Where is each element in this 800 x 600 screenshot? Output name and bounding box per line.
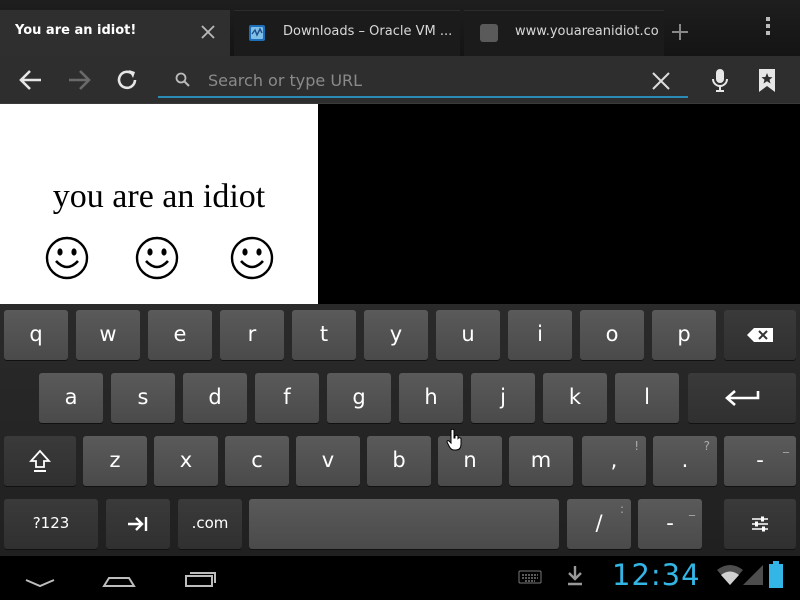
dotcom-key[interactable]: .com	[178, 499, 242, 549]
key-dash-label: -	[756, 448, 764, 472]
key-d[interactable]: d	[183, 373, 247, 423]
nav-recent-apps-icon[interactable]	[180, 564, 220, 592]
key-j[interactable]: j	[471, 373, 535, 423]
backspace-icon	[747, 328, 773, 342]
key-e[interactable]: e	[148, 310, 212, 360]
tab-close-icon[interactable]	[197, 21, 219, 43]
tab-strip: You are an idiot! Downloads – Oracle VM …	[0, 0, 800, 56]
system-navigation-bar: 12:34	[0, 556, 800, 600]
battery-icon	[769, 561, 783, 588]
enter-key[interactable]	[688, 373, 796, 423]
key-r[interactable]: r	[220, 310, 284, 360]
key-comma[interactable]: , !	[582, 436, 646, 486]
webpage-content: you are an idiot	[0, 104, 318, 304]
bookmark-star-icon[interactable]	[751, 64, 783, 96]
key-period[interactable]: . ?	[653, 436, 717, 486]
key-o[interactable]: o	[580, 310, 644, 360]
smiley-face-icon	[45, 236, 89, 280]
key-b[interactable]: b	[367, 436, 431, 486]
key-dash-2-hint: _	[689, 502, 695, 516]
symbols-key[interactable]: ?123	[4, 499, 98, 549]
nav-back-icon[interactable]	[20, 564, 60, 592]
key-x[interactable]: x	[154, 436, 218, 486]
key-v[interactable]: v	[296, 436, 360, 486]
tab-title: You are an idiot!	[15, 23, 137, 38]
page-heading: you are an idiot	[52, 178, 266, 215]
key-dash-2-label: -	[666, 511, 674, 535]
key-slash[interactable]: / :	[567, 499, 631, 549]
key-slash-label: /	[595, 511, 603, 535]
key-h[interactable]: h	[399, 373, 463, 423]
key-u[interactable]: u	[436, 310, 500, 360]
tab-downloads[interactable]: Downloads – Oracle VM ...	[234, 10, 460, 56]
key-slash-hint: :	[619, 502, 624, 516]
key-w[interactable]: w	[76, 310, 140, 360]
key-f[interactable]: f	[255, 373, 319, 423]
settings-sliders-icon	[752, 516, 768, 532]
key-z[interactable]: z	[83, 436, 147, 486]
forward-arrow-icon[interactable]	[63, 64, 95, 96]
wifi-signal-icon	[717, 565, 743, 585]
blank-page-favicon-icon	[480, 24, 498, 42]
nav-home-icon[interactable]	[99, 564, 139, 592]
keyboard-notification-icon	[518, 570, 542, 584]
smiley-face-icon	[230, 236, 274, 280]
keyboard-settings-key[interactable]	[724, 499, 796, 549]
shift-arrow-icon	[29, 449, 51, 472]
reload-icon[interactable]	[111, 64, 143, 96]
search-icon	[175, 72, 190, 87]
key-c[interactable]: c	[225, 436, 289, 486]
new-tab-plus-icon[interactable]	[668, 20, 692, 44]
key-i[interactable]: i	[508, 310, 572, 360]
browser-toolbar	[0, 56, 800, 104]
key-p[interactable]: p	[652, 310, 716, 360]
key-comma-hint: !	[634, 439, 639, 453]
key-dash[interactable]: - _	[724, 436, 796, 486]
url-input[interactable]	[208, 66, 628, 94]
key-dash-2[interactable]: - _	[638, 499, 702, 549]
enter-arrow-icon	[725, 390, 760, 406]
key-q[interactable]: q	[4, 310, 68, 360]
key-y[interactable]: y	[364, 310, 428, 360]
back-arrow-icon[interactable]	[15, 64, 47, 96]
key-comma-label: ,	[610, 448, 618, 472]
key-a[interactable]: a	[39, 373, 103, 423]
hand-cursor-icon	[446, 428, 462, 451]
backspace-key[interactable]	[724, 310, 796, 360]
status-clock: 12:34	[612, 558, 701, 592]
cell-signal-icon	[743, 565, 763, 585]
smiley-face-icon	[135, 236, 179, 280]
shift-key[interactable]	[4, 436, 76, 486]
tab-title: www.youareanidiot.co	[515, 24, 659, 39]
overflow-menu-icon[interactable]	[756, 14, 780, 42]
key-k[interactable]: k	[543, 373, 607, 423]
key-m[interactable]: m	[509, 436, 573, 486]
microphone-icon[interactable]	[704, 64, 736, 96]
tab-title: Downloads – Oracle VM ...	[283, 24, 453, 39]
clear-url-icon[interactable]	[648, 68, 674, 94]
tab-arrow-icon	[128, 517, 148, 531]
download-notification-icon	[568, 566, 582, 586]
onscreen-keyboard: q w e r t y u i o p a s d f g h j k l z …	[0, 304, 800, 556]
tab-you-are-an-idiot[interactable]: You are an idiot!	[0, 10, 230, 56]
virtualbox-favicon-icon	[249, 25, 265, 41]
key-t[interactable]: t	[292, 310, 356, 360]
space-key[interactable]	[249, 499, 559, 549]
key-period-label: .	[681, 448, 689, 472]
key-dash-hint: _	[783, 439, 789, 453]
key-period-hint: ?	[703, 439, 710, 453]
url-bar[interactable]	[158, 62, 688, 98]
key-s[interactable]: s	[111, 373, 175, 423]
tab-youareanidiot[interactable]: www.youareanidiot.co	[464, 10, 664, 56]
key-g[interactable]: g	[327, 373, 391, 423]
key-l[interactable]: l	[615, 373, 679, 423]
tab-key[interactable]	[106, 499, 170, 549]
